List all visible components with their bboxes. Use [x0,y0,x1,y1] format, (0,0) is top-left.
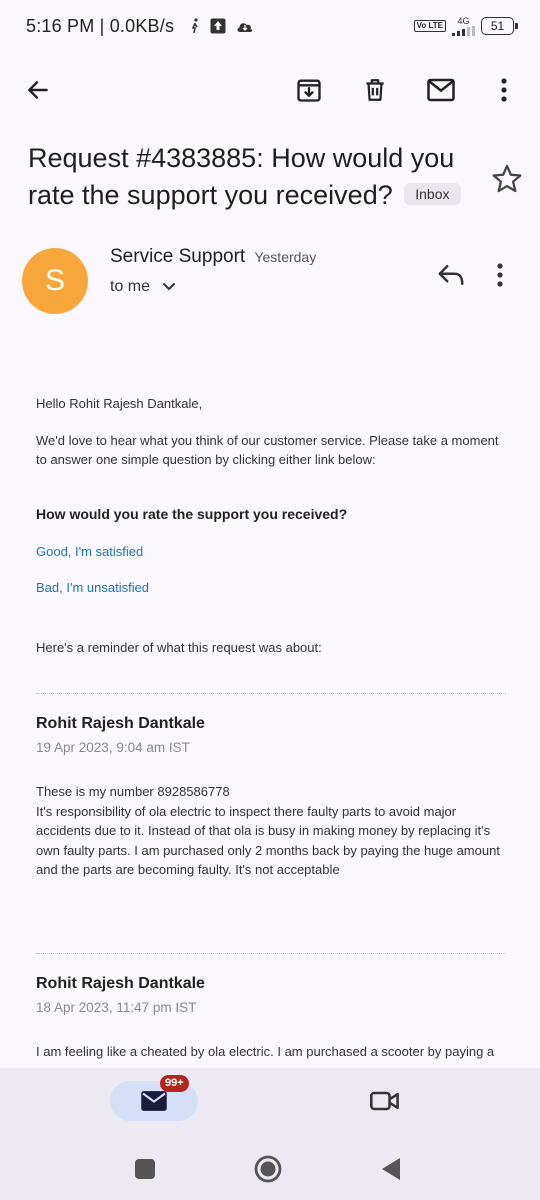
back-button[interactable] [18,70,58,110]
more-vert-icon [501,78,507,102]
back-nav-button[interactable] [374,1152,408,1186]
sender-row[interactable]: Service Support Yesterday [110,246,316,268]
message-divider [36,693,506,694]
recent-apps-button[interactable] [128,1152,162,1186]
trash-icon [366,79,384,101]
network-type: 4G [457,15,470,26]
sender-time: Yesterday [254,249,317,265]
bottom-navigation: 99+ [0,1068,540,1140]
mail-tab[interactable]: 99+ [110,1075,198,1121]
sender-avatar[interactable]: S [22,248,88,314]
archive-icon [297,79,321,102]
message-author: Rohit Rajesh Dantkale [36,715,205,732]
signal-icon [452,25,475,36]
email-body: Hello Rohit Rajesh Dantkale, We'd love t… [36,394,506,658]
recipient-text: to me [110,278,151,295]
message-text: These is my number 8928586778 It's respo… [36,784,500,877]
triangle-back-icon [382,1158,400,1180]
inbox-label-chip[interactable]: Inbox [404,183,461,205]
good-rating-link[interactable]: Good, I'm satisfied [36,542,506,562]
upload-icon [210,18,226,34]
archive-button[interactable] [289,70,329,110]
circle-icon [254,1155,282,1183]
chevron-down-icon [163,283,176,291]
mail-icon [141,1091,167,1111]
star-button[interactable] [490,162,524,196]
home-button[interactable] [251,1152,285,1186]
bad-rating-link[interactable]: Bad, I'm unsatisfied [36,578,506,598]
message-date: 18 Apr 2023, 11:47 pm IST [36,1000,197,1015]
square-icon [135,1159,155,1179]
message-text: I am feeling like a cheated by ola elect… [36,1044,495,1059]
more-vert-icon [497,263,503,287]
mail-icon [427,78,455,102]
rating-question: How would you rate the support you recei… [36,505,348,522]
star-icon [492,164,522,193]
message-date: 19 Apr 2023, 9:04 am IST [36,740,190,755]
more-options-button[interactable] [484,70,524,110]
volte-indicator: Vo LTE [413,20,446,32]
greeting-text: Hello Rohit Rajesh Dantkale, [36,396,203,411]
delete-button[interactable] [355,70,395,110]
email-subject: Request #4383885: How would you rate the… [28,140,478,214]
message-more-button[interactable] [496,262,524,292]
video-icon [370,1091,399,1111]
battery-indicator: 51 [481,17,518,35]
walk-icon [191,18,198,34]
message-author: Rohit Rajesh Dantkale [36,975,205,992]
email-toolbar [0,62,540,118]
meet-tab[interactable] [368,1085,402,1117]
cloud-download-icon [237,23,253,32]
subject-text: Request #4383885: How would you rate the… [28,143,455,210]
reply-icon [438,265,464,285]
reminder-text: Here's a reminder of what this request w… [36,640,322,655]
arrow-left-icon [28,81,48,99]
mark-unread-button[interactable] [421,70,461,110]
status-time: 5:16 PM | 0.0KB/s [26,15,175,36]
sender-name: Service Support [110,246,246,267]
unread-count-badge: 99+ [160,1075,189,1092]
reply-button[interactable] [436,262,470,292]
system-navigation [0,1140,540,1200]
intro-text: We'd love to hear what you think of our … [36,432,499,468]
status-bar: 5:16 PM | 0.0KB/s Vo LTE 4G 51 [0,0,540,52]
message-divider [36,953,506,954]
recipient-details-toggle[interactable]: to me [110,278,176,296]
